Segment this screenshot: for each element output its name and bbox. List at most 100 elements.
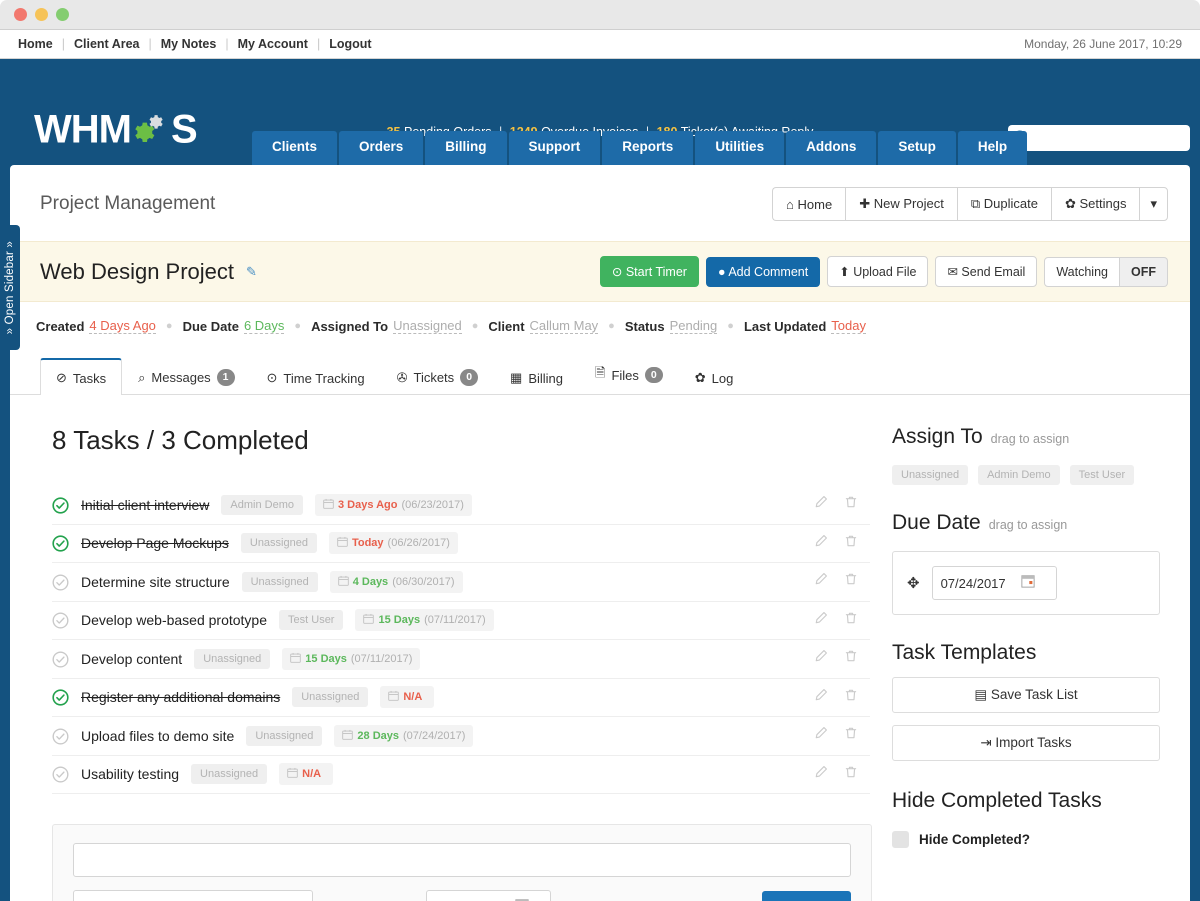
assign-to-select[interactable]: - Assign To -Admin DemoTest User	[73, 890, 313, 901]
task-complete-unchecked-icon[interactable]	[52, 728, 68, 744]
nav-item-reports[interactable]: Reports	[602, 131, 693, 165]
edit-task-icon[interactable]	[814, 611, 828, 630]
task-complete-unchecked-icon[interactable]	[52, 612, 68, 628]
nav-item-billing[interactable]: Billing	[425, 131, 506, 165]
task-name[interactable]: Develop Page Mockups	[81, 535, 229, 551]
delete-task-icon[interactable]	[844, 765, 858, 784]
sidebar-due-date-input[interactable]	[941, 576, 1021, 591]
delete-task-icon[interactable]	[844, 649, 858, 668]
sidebar-due-date-field[interactable]	[932, 566, 1057, 600]
delete-task-icon[interactable]	[844, 534, 858, 553]
tab-tasks[interactable]: ⊘ Tasks	[40, 358, 122, 395]
meta-value-due-date[interactable]: 6 Days	[244, 318, 284, 334]
task-name[interactable]: Upload files to demo site	[81, 728, 234, 744]
edit-task-icon[interactable]	[814, 688, 828, 707]
nav-item-addons[interactable]: Addons	[786, 131, 876, 165]
delete-task-icon[interactable]	[844, 688, 858, 707]
edit-task-icon[interactable]	[814, 572, 828, 591]
settings-button[interactable]: ✿ Settings	[1051, 187, 1140, 221]
nav-item-setup[interactable]: Setup	[878, 131, 956, 165]
assignee-pill-admin-demo[interactable]: Admin Demo	[978, 465, 1060, 485]
task-name[interactable]: Develop web-based prototype	[81, 612, 267, 628]
delete-task-icon[interactable]	[844, 726, 858, 745]
add-task-button[interactable]: Add Task	[762, 891, 851, 901]
global-search[interactable]	[1008, 125, 1190, 151]
task-complete-unchecked-icon[interactable]	[52, 574, 68, 590]
nav-item-orders[interactable]: Orders	[339, 131, 423, 165]
nav-item-support[interactable]: Support	[509, 131, 601, 165]
save-task-list-button[interactable]: ▤ Save Task List	[892, 677, 1160, 713]
upload-file-button[interactable]: ⬆ Upload File	[827, 256, 928, 287]
tab-files[interactable]: 🗎 Files 0	[579, 353, 679, 395]
task-name[interactable]: Usability testing	[81, 766, 179, 782]
duplicate-label: Duplicate	[984, 196, 1038, 211]
project-tabs: ⊘ Tasks ⌕ Messages 1 ⊙ Time Tracking ✇ T…	[10, 352, 1190, 395]
task-name[interactable]: Register any additional domains	[81, 689, 280, 705]
util-link-home[interactable]: Home	[14, 37, 62, 51]
watching-toggle[interactable]: Watching OFF	[1044, 257, 1168, 287]
copy-icon: ⧉	[971, 196, 980, 211]
window-minimize-button[interactable]	[35, 8, 48, 21]
task-complete-checked-icon[interactable]	[52, 689, 68, 705]
new-task-due-date[interactable]	[426, 890, 551, 901]
nav-item-utilities[interactable]: Utilities	[695, 131, 784, 165]
calendar-icon[interactable]	[1021, 574, 1035, 593]
new-task-input[interactable]	[73, 843, 851, 877]
tab-time-tracking[interactable]: ⊙ Time Tracking	[251, 359, 381, 395]
edit-task-icon[interactable]	[814, 495, 828, 514]
edit-project-name-icon[interactable]: ✎	[246, 264, 257, 280]
nav-item-clients[interactable]: Clients	[252, 131, 337, 165]
task-complete-unchecked-icon[interactable]	[52, 651, 68, 667]
tab-billing[interactable]: ▦ Billing	[494, 359, 579, 395]
meta-value-client[interactable]: Callum May	[530, 318, 599, 334]
search-input[interactable]	[1028, 131, 1184, 145]
assignee-pill-unassigned[interactable]: Unassigned	[892, 465, 968, 485]
meta-value-assigned-to[interactable]: Unassigned	[393, 318, 462, 334]
open-sidebar-toggle[interactable]: » Open Sidebar »	[0, 225, 20, 350]
calendar-icon[interactable]	[515, 898, 529, 901]
send-email-button[interactable]: ✉ Send Email	[935, 256, 1037, 287]
gear-icon: ✿	[1065, 196, 1076, 211]
delete-task-icon[interactable]	[844, 572, 858, 591]
util-link-my-account[interactable]: My Account	[229, 37, 317, 51]
nav-item-help[interactable]: Help	[958, 131, 1027, 165]
watching-state[interactable]: OFF	[1120, 257, 1168, 287]
due-date-drag-box[interactable]: ✥	[892, 551, 1160, 615]
meta-value-last-updated[interactable]: Today	[831, 318, 866, 334]
window-close-button[interactable]	[14, 8, 27, 21]
task-complete-checked-icon[interactable]	[52, 535, 68, 551]
edit-task-icon[interactable]	[814, 649, 828, 668]
task-complete-checked-icon[interactable]	[52, 497, 68, 513]
window-maximize-button[interactable]	[56, 8, 69, 21]
task-complete-unchecked-icon[interactable]	[52, 766, 68, 782]
new-project-button[interactable]: ✚ New Project	[845, 187, 957, 221]
add-comment-button[interactable]: ● Add Comment	[706, 257, 820, 287]
assignee-pill-test-user[interactable]: Test User	[1070, 465, 1134, 485]
tab-messages[interactable]: ⌕ Messages 1	[122, 358, 250, 395]
toolbar-dropdown-button[interactable]: ▾	[1139, 187, 1168, 221]
import-tasks-button[interactable]: ⇥ Import Tasks	[892, 725, 1160, 761]
tab-tickets[interactable]: ✇ Tickets 0	[381, 358, 494, 395]
tab-log[interactable]: ✿ Log	[679, 359, 750, 395]
util-link-my-notes[interactable]: My Notes	[152, 37, 226, 51]
duplicate-button[interactable]: ⧉ Duplicate	[957, 187, 1051, 221]
hide-completed-row[interactable]: Hide Completed?	[892, 831, 1160, 848]
task-name[interactable]: Develop content	[81, 651, 182, 667]
edit-task-icon[interactable]	[814, 765, 828, 784]
whmcs-logo[interactable]: WHM S	[34, 108, 197, 153]
util-link-logout[interactable]: Logout	[320, 37, 380, 51]
meta-value-created[interactable]: 4 Days Ago	[89, 318, 156, 334]
task-name[interactable]: Initial client interview	[81, 497, 209, 513]
hide-completed-checkbox[interactable]	[892, 831, 909, 848]
meta-value-status[interactable]: Pending	[670, 318, 718, 334]
start-timer-button[interactable]: ⊙ Start Timer	[600, 256, 699, 287]
move-handle-icon[interactable]: ✥	[907, 574, 920, 592]
delete-task-icon[interactable]	[844, 611, 858, 630]
plus-icon: ✚	[859, 196, 870, 211]
util-link-client-area[interactable]: Client Area	[65, 37, 149, 51]
task-name[interactable]: Determine site structure	[81, 574, 230, 590]
home-button[interactable]: ⌂ Home	[772, 187, 845, 221]
edit-task-icon[interactable]	[814, 726, 828, 745]
delete-task-icon[interactable]	[844, 495, 858, 514]
edit-task-icon[interactable]	[814, 534, 828, 553]
